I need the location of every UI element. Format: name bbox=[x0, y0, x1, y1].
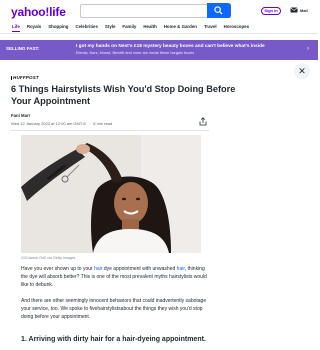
article-paragraph-2: And there are other seemingly innocent b… bbox=[21, 298, 207, 320]
promo-subline: Elemis, Nars, Murad, Benefit and more ar… bbox=[76, 51, 195, 55]
mail-icon bbox=[290, 7, 298, 13]
nav-item-shopping[interactable]: Shopping bbox=[48, 24, 68, 29]
nav-item-horoscopes[interactable]: Horoscopes bbox=[224, 24, 249, 29]
mail-label: Mail bbox=[300, 8, 308, 13]
paragraph-text: dye appointment with unwashed bbox=[102, 266, 177, 272]
share-icon[interactable] bbox=[199, 117, 207, 126]
nav-item-travel[interactable]: Travel bbox=[204, 24, 217, 29]
image-caption: GG/Jamie Grill via Getty Images bbox=[21, 256, 76, 260]
article-title: 6 Things Hairstylists Wish You'd Stop Do… bbox=[11, 84, 236, 106]
search-button[interactable] bbox=[207, 3, 231, 18]
sign-in-button[interactable]: Sign in bbox=[261, 7, 281, 15]
article-author[interactable]: Fani Marr bbox=[11, 113, 30, 118]
promo-label: SELLING FAST: bbox=[6, 46, 40, 51]
article-paragraph-1: Have you ever shown up to your hair dye … bbox=[21, 266, 207, 290]
yahoo-life-logo[interactable]: yahoo!life bbox=[11, 5, 66, 19]
nav-item-home-garden[interactable]: Home & Garden bbox=[164, 24, 197, 29]
ad-info-icon[interactable]: › bbox=[307, 46, 309, 52]
header-divider bbox=[11, 130, 209, 131]
article-photo[interactable] bbox=[21, 135, 201, 253]
promo-headline[interactable]: I got my hands on Next's £18 mystery bea… bbox=[76, 44, 265, 49]
paragraph-text: Have you ever shown up to your bbox=[21, 266, 95, 272]
article-subheading: 1. Arriving with dirty hair for a hair-d… bbox=[21, 336, 206, 343]
publisher-logo[interactable]: HUFFPOST bbox=[11, 75, 39, 80]
nav-item-royals[interactable]: Royals bbox=[27, 24, 41, 29]
article-dateline: Wed 12 January 2022 at 12:00 am GMT-8 · … bbox=[11, 121, 113, 126]
close-icon[interactable]: ✕ bbox=[294, 63, 310, 79]
nav-item-celebrities[interactable]: Celebrities bbox=[75, 24, 97, 29]
nav-item-life[interactable]: Life bbox=[12, 24, 20, 32]
mail-button[interactable]: Mail bbox=[290, 6, 312, 16]
publisher-name: HUFFPOST bbox=[13, 75, 39, 80]
nav-item-style[interactable]: Style bbox=[105, 24, 116, 29]
hair-styling-illustration bbox=[21, 135, 201, 253]
nav-item-health[interactable]: Health bbox=[143, 24, 156, 29]
article-date: Wed 12 January 2022 at 12:00 am GMT-8 bbox=[11, 121, 86, 126]
hair-link[interactable]: hair bbox=[177, 266, 185, 272]
search-icon bbox=[214, 6, 223, 15]
nav-item-family[interactable]: Family bbox=[122, 24, 136, 29]
promo-banner[interactable]: SELLING FAST: I got my hands on Next's £… bbox=[0, 40, 318, 60]
article-read-time: 6 min read bbox=[93, 121, 113, 126]
section-nav: Life Royals Shopping Celebrities Style F… bbox=[0, 20, 318, 34]
